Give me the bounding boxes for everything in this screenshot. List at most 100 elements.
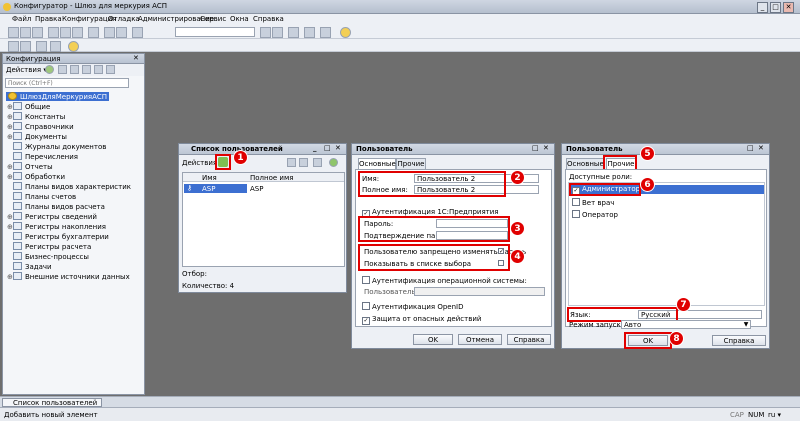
auth-os-checkbox[interactable]: Аутентификация операционной системы:	[362, 276, 527, 285]
tree-item-acct-registers[interactable]: Регистры бухгалтерии	[7, 232, 109, 241]
roles-help-button[interactable]: Справка	[712, 335, 766, 346]
users-list-maximize-icon[interactable]: □	[324, 144, 331, 152]
config-actions-button[interactable]: Действия ▾	[6, 66, 47, 74]
roles-dialog-close-icon[interactable]: ✕	[758, 144, 764, 152]
col-full-name[interactable]: Полное имя	[250, 174, 293, 182]
roles-dialog-titlebar: Пользователь □ ✕	[562, 144, 769, 155]
col-name[interactable]: Имя	[202, 174, 217, 182]
menu-windows[interactable]: Окна	[230, 15, 249, 23]
tree-item-calc-registers[interactable]: Регистры расчета	[7, 242, 91, 251]
users-list-close-icon[interactable]: ✕	[335, 144, 341, 152]
menu-debug[interactable]: Отладка	[108, 15, 140, 23]
launch-mode-select[interactable]: Авто	[621, 320, 751, 329]
config-panel-toolbar: Действия ▾	[3, 64, 144, 76]
find-prev-icon[interactable]	[272, 27, 283, 38]
os-user-field[interactable]	[414, 287, 545, 296]
move-down-icon[interactable]	[94, 65, 103, 74]
close-button[interactable]: ✕	[783, 2, 794, 13]
calc-registers-icon	[13, 242, 22, 250]
delete-icon[interactable]	[88, 27, 99, 38]
table-row[interactable]: ⚷ ASP ASP	[184, 184, 343, 193]
users-list-titlebar: Список пользователей _ □ ✕	[179, 144, 346, 155]
goto-icon[interactable]	[304, 27, 315, 38]
tree-item-external-sources[interactable]: ⊕ Внешние источники данных	[7, 272, 130, 281]
user-dialog-close-icon[interactable]: ✕	[543, 144, 549, 152]
role-item-vet[interactable]: Вет врач	[572, 198, 614, 207]
accounts-icon	[13, 192, 22, 200]
new-icon[interactable]	[8, 27, 19, 38]
save-icon[interactable]	[32, 27, 43, 38]
move-up-icon[interactable]	[82, 65, 91, 74]
window-title: Конфигуратор - Шлюз для меркурия АСП	[14, 2, 168, 10]
panel-close-icon[interactable]: ✕	[133, 54, 139, 62]
acct-registers-icon	[13, 232, 22, 240]
tree-item-calc-types[interactable]: Планы видов расчета	[7, 202, 105, 211]
update-icon[interactable]	[36, 41, 47, 52]
window-titlebar: Конфигуратор - Шлюз для меркурия АСП _ □…	[0, 0, 800, 14]
language-indicator[interactable]: ru ▾	[768, 411, 781, 419]
tree-item-info-registers[interactable]: ⊕ Регистры сведений	[7, 212, 97, 221]
tree-root[interactable]: ШлюзДляМеркурияАСП	[6, 92, 110, 101]
tree-item-constants[interactable]: ⊕ Константы	[7, 112, 65, 121]
tree-item-catalogs[interactable]: ⊕ Справочники	[7, 122, 74, 131]
run-icon[interactable]	[68, 41, 79, 52]
chevron-down-icon[interactable]: ▼	[742, 321, 750, 328]
secondary-toolbar	[0, 39, 800, 52]
find-next-icon[interactable]	[260, 27, 271, 38]
properties-icon[interactable]	[20, 41, 31, 52]
tree-item-processing[interactable]: ⊕ Обработки	[7, 172, 65, 181]
search-combo[interactable]	[175, 27, 255, 37]
protect-checkbox[interactable]: ✓ Защита от опасных действий	[362, 315, 481, 325]
tree-item-char-types[interactable]: Планы видов характеристик	[7, 182, 131, 191]
tree-item-journals[interactable]: Журналы документов	[7, 142, 106, 151]
refresh-icon[interactable]	[329, 158, 338, 167]
config-tree-icon[interactable]	[8, 41, 19, 52]
debug-icon[interactable]	[50, 41, 61, 52]
paste-icon[interactable]	[72, 27, 83, 38]
menu-file[interactable]: Файл	[12, 15, 31, 23]
tree-item-accum-registers[interactable]: ⊕ Регистры накопления	[7, 222, 106, 231]
copy-icon[interactable]	[60, 27, 71, 38]
user-dialog-restore-icon[interactable]: □	[532, 144, 539, 152]
maximize-button[interactable]: □	[770, 2, 781, 13]
ok-button[interactable]: OK	[413, 334, 453, 345]
tree-item-business-processes[interactable]: Бизнес-процессы	[7, 252, 89, 261]
info-registers-icon	[13, 212, 22, 220]
bookmark-icon[interactable]	[288, 27, 299, 38]
tree-item-common[interactable]: ⊕ Общие	[7, 102, 50, 111]
find-icon[interactable]	[132, 27, 143, 38]
role-item-operator[interactable]: Оператор	[572, 210, 618, 219]
tree-item-tasks[interactable]: Задачи	[7, 262, 52, 271]
enums-icon	[13, 152, 22, 160]
auth-openid-checkbox[interactable]: Аутентификация OpenID	[362, 302, 463, 311]
copy-user-icon[interactable]	[287, 158, 296, 167]
edit-icon[interactable]	[58, 65, 67, 74]
cancel-button[interactable]: Отмена	[458, 334, 502, 345]
sort-icon[interactable]	[106, 65, 115, 74]
delete-user-icon[interactable]	[313, 158, 322, 167]
tree-item-documents[interactable]: ⊕ Документы	[7, 132, 67, 141]
minimize-button[interactable]: _	[757, 2, 768, 13]
users-list-minimize-icon[interactable]: _	[313, 144, 317, 152]
tab-users-list[interactable]: Список пользователей	[2, 398, 102, 407]
redo-icon[interactable]	[116, 27, 127, 38]
step-marker-8: 8	[669, 331, 684, 346]
help-button[interactable]: Справка	[507, 334, 551, 345]
help-icon[interactable]	[340, 27, 351, 38]
menu-help[interactable]: Справка	[253, 15, 284, 23]
undo-icon[interactable]	[104, 27, 115, 38]
replace-icon[interactable]	[320, 27, 331, 38]
filter-icon[interactable]	[299, 158, 308, 167]
tree-item-accounts[interactable]: Планы счетов	[7, 192, 76, 201]
menu-edit[interactable]: Правка	[35, 15, 62, 23]
roles-page: Доступные роли: ✓ Администратор Вет врач …	[565, 169, 767, 327]
cut-icon[interactable]	[48, 27, 59, 38]
open-icon[interactable]	[20, 27, 31, 38]
tree-item-enums[interactable]: Перечисления	[7, 152, 78, 161]
add-icon[interactable]	[45, 65, 54, 74]
delete-icon-2[interactable]	[70, 65, 79, 74]
config-search-input[interactable]	[5, 78, 129, 88]
menu-service[interactable]: Сервис	[200, 15, 226, 23]
tree-item-reports[interactable]: ⊕ Отчеты	[7, 162, 53, 171]
roles-dialog-restore-icon[interactable]: □	[747, 144, 754, 152]
